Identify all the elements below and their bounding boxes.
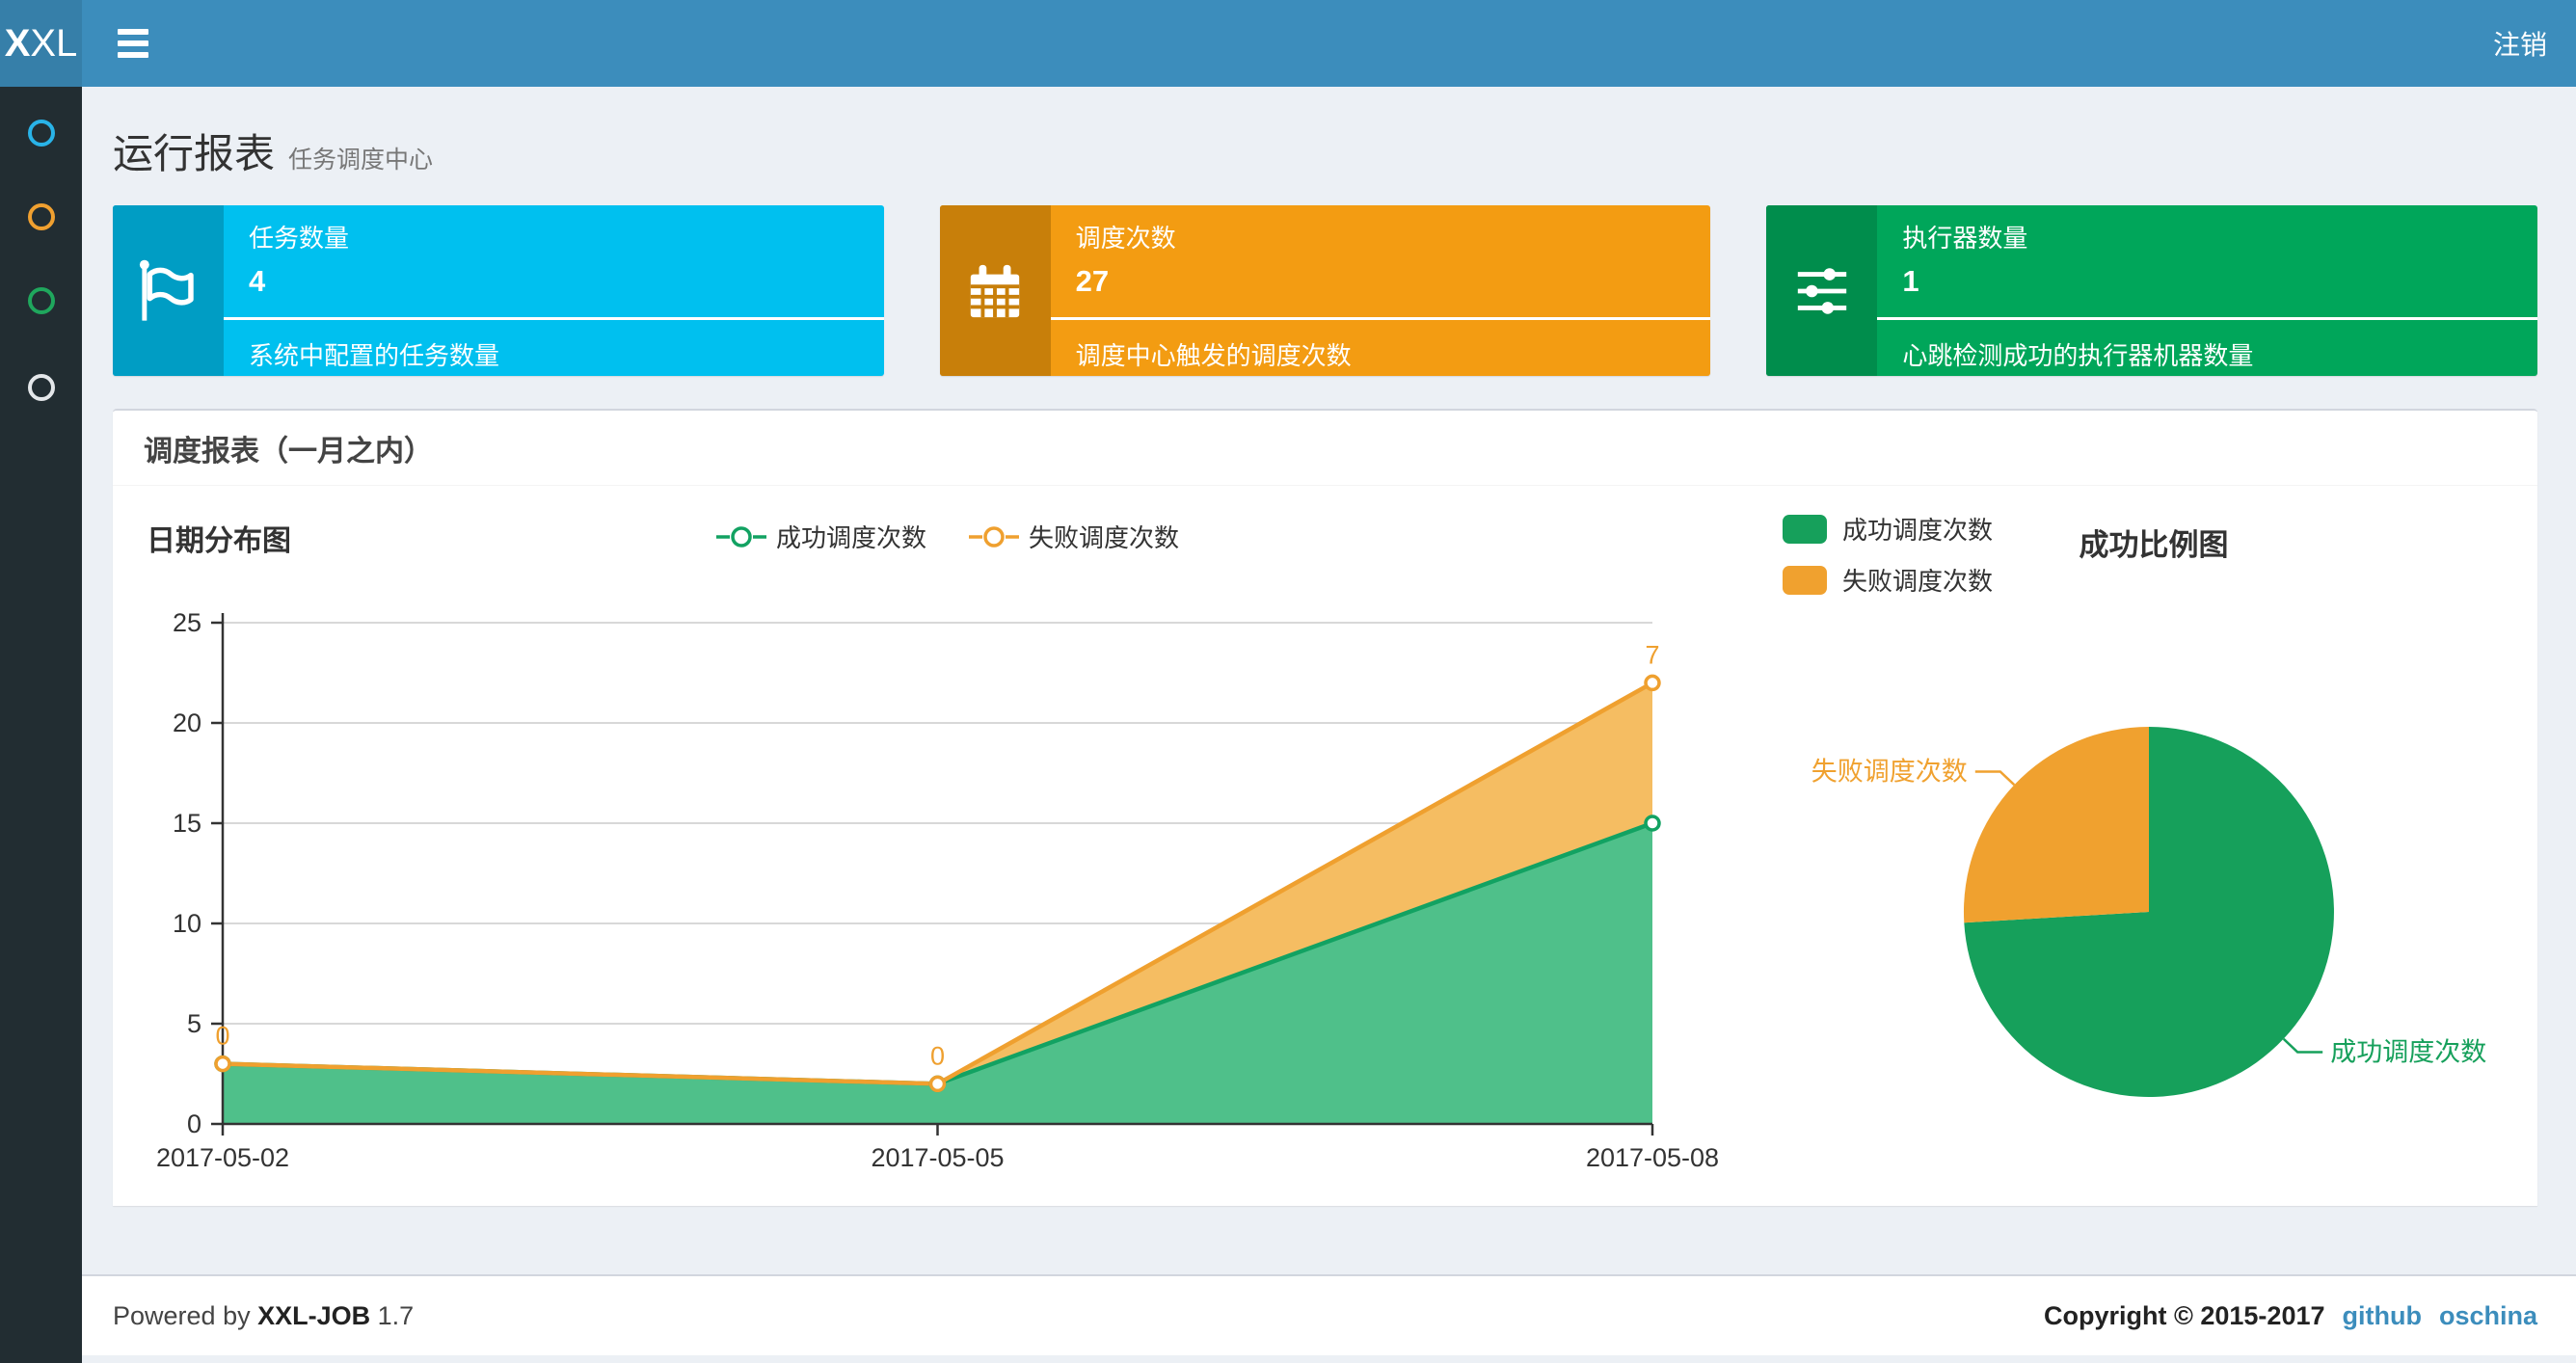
card-desc: 调度中心触发的调度次数 [1075, 341, 1352, 370]
page-title: 运行报表 [113, 131, 276, 176]
sliders-icon [1766, 205, 1878, 376]
product-name: XXL-JOB [257, 1300, 371, 1330]
circle-icon [27, 287, 55, 314]
card-divider [1050, 317, 1711, 320]
card-divider [1877, 317, 2538, 320]
svg-text:2017-05-08: 2017-05-08 [1586, 1143, 1719, 1172]
panel-title: 调度报表（一月之内） [113, 411, 2537, 486]
svg-text:0: 0 [215, 1022, 229, 1051]
svg-text:25: 25 [173, 608, 201, 637]
oschina-link[interactable]: oschina [2439, 1301, 2537, 1331]
card-desc: 心跳检测成功的执行器机器数量 [1902, 341, 2254, 370]
svg-text:5: 5 [187, 1009, 201, 1038]
card-value: 27 [1075, 264, 1110, 298]
card-value: 4 [249, 264, 266, 298]
svg-text:2017-05-02: 2017-05-02 [156, 1143, 289, 1172]
svg-text:失败调度次数: 失败调度次数 [1811, 758, 1968, 787]
copyright-text: Copyright © 2015-2017 [2043, 1300, 2325, 1330]
top-navbar: X XL 注销 [0, 0, 2576, 87]
report-panel: 调度报表（一月之内） 日期分布图 成功调度次数 失败调度次数 0 0 7 0 5 10 15 2… [113, 409, 2537, 1206]
card-title: 执行器数量 [1902, 224, 2028, 253]
stat-card-triggers: 调度次数 27 调度中心触发的调度次数 [939, 205, 1711, 376]
logo-light: XL [30, 21, 78, 65]
circle-icon [27, 120, 55, 147]
card-title: 调度次数 [1075, 224, 1176, 253]
main-content: 运行报表 任务调度中心 任务数量 4 系统中配置的任务数量 调度次数 27 调度… [82, 87, 2576, 1363]
svg-text:10: 10 [173, 909, 201, 938]
sidebar [0, 87, 82, 1363]
sidebar-item-report[interactable] [0, 104, 82, 162]
flag-icon [113, 205, 224, 376]
stat-card-executors: 执行器数量 1 心跳检测成功的执行器机器数量 [1766, 205, 2538, 376]
logo-bold: X [4, 21, 31, 65]
logout-link[interactable]: 注销 [2493, 24, 2547, 63]
powered-by-text: Powered by XXL-JOB 1.7 [113, 1300, 415, 1330]
line-chart-plot: 0 0 7 0 5 10 15 20 25 2017-05-02 2017-05-05 2017-05… [113, 486, 1768, 1206]
svg-text:15: 15 [173, 809, 201, 838]
card-divider [224, 317, 884, 320]
circle-icon [27, 374, 55, 401]
card-value: 1 [1902, 264, 1919, 298]
card-desc: 系统中配置的任务数量 [249, 341, 500, 370]
success-ratio-chart: 成功比例图 成功调度次数 失败调度次数 成功调度次数 失败调度次数 [1768, 486, 2539, 1206]
app-logo[interactable]: X XL [0, 0, 82, 87]
page-subtitle: 任务调度中心 [288, 147, 434, 174]
svg-text:2017-05-05: 2017-05-05 [871, 1143, 1004, 1172]
stat-card-jobs: 任务数量 4 系统中配置的任务数量 [113, 205, 884, 376]
calendar-icon [939, 205, 1051, 376]
page-header: 运行报表 任务调度中心 [82, 87, 2576, 180]
circle-icon [27, 203, 55, 230]
svg-text:7: 7 [1645, 640, 1659, 669]
card-title: 任务数量 [249, 224, 350, 253]
svg-text:成功调度次数: 成功调度次数 [2330, 1038, 2486, 1067]
product-version: 1.7 [377, 1300, 415, 1330]
pie-chart-plot: 成功调度次数 失败调度次数 [1768, 486, 2539, 1206]
date-distribution-chart: 日期分布图 成功调度次数 失败调度次数 0 0 7 0 5 10 15 20 25 2017-05-… [113, 486, 1768, 1206]
svg-text:0: 0 [930, 1041, 945, 1070]
sidebar-item-log[interactable] [0, 272, 82, 330]
hamburger-icon[interactable] [99, 0, 167, 87]
sidebar-item-help[interactable] [0, 359, 82, 416]
svg-text:20: 20 [173, 708, 201, 737]
github-link[interactable]: github [2343, 1301, 2422, 1331]
stat-cards-row: 任务数量 4 系统中配置的任务数量 调度次数 27 调度中心触发的调度次数 执行… [113, 205, 2538, 376]
sidebar-item-jobs[interactable] [0, 188, 82, 246]
svg-text:0: 0 [187, 1109, 201, 1138]
footer: Powered by XXL-JOB 1.7 Copyright © 2015-… [82, 1274, 2576, 1355]
